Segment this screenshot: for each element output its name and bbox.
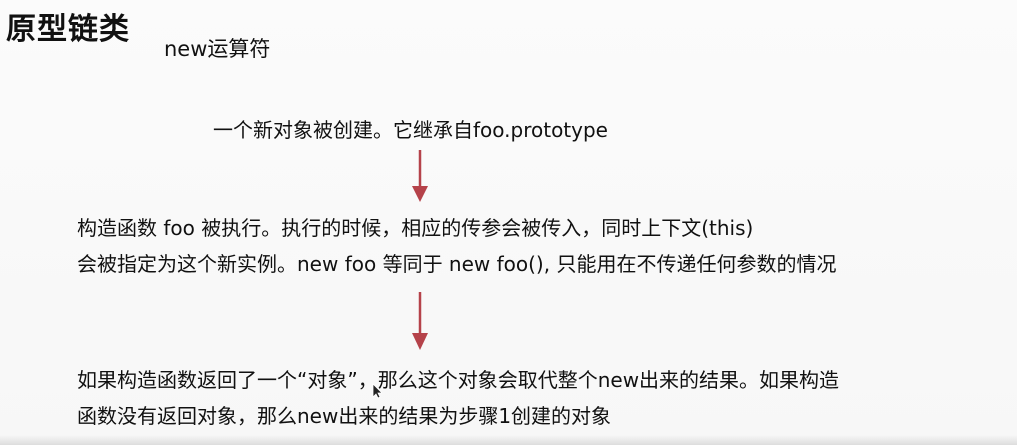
page-subtitle: new运算符 bbox=[164, 37, 271, 61]
bottom-edge-shadow bbox=[0, 435, 1017, 445]
step-3-line-2: 函数没有返回对象，那么new出来的结果为步骤1创建的对象 bbox=[77, 404, 612, 428]
step-1-line-1: 一个新对象被创建。它继承自foo.prototype bbox=[213, 118, 608, 142]
step-2-line-1: 构造函数 foo 被执行。执行的时候，相应的传参会被传入，同时上下文(this) bbox=[77, 216, 754, 240]
step-3-line-1: 如果构造函数返回了一个“对象”，那么这个对象会取代整个new出来的结果。如果构造 bbox=[77, 368, 840, 392]
mouse-cursor-icon bbox=[372, 383, 382, 399]
page-title: 原型链类 bbox=[6, 12, 130, 47]
slide-canvas: 原型链类 new运算符 一个新对象被创建。它继承自foo.prototype 构… bbox=[0, 0, 1017, 445]
step-2-line-2: 会被指定为这个新实例。new foo 等同于 new foo(), 只能用在不传… bbox=[77, 252, 837, 276]
down-arrow-icon bbox=[412, 150, 428, 202]
step-1-text: 一个新对象被创建。它继承自foo.prototype bbox=[213, 112, 608, 148]
step-2-text: 构造函数 foo 被执行。执行的时候，相应的传参会被传入，同时上下文(this)… bbox=[77, 210, 836, 282]
down-arrow-icon bbox=[412, 292, 428, 350]
step-3-text: 如果构造函数返回了一个“对象”，那么这个对象会取代整个new出来的结果。如果构造… bbox=[77, 362, 839, 434]
